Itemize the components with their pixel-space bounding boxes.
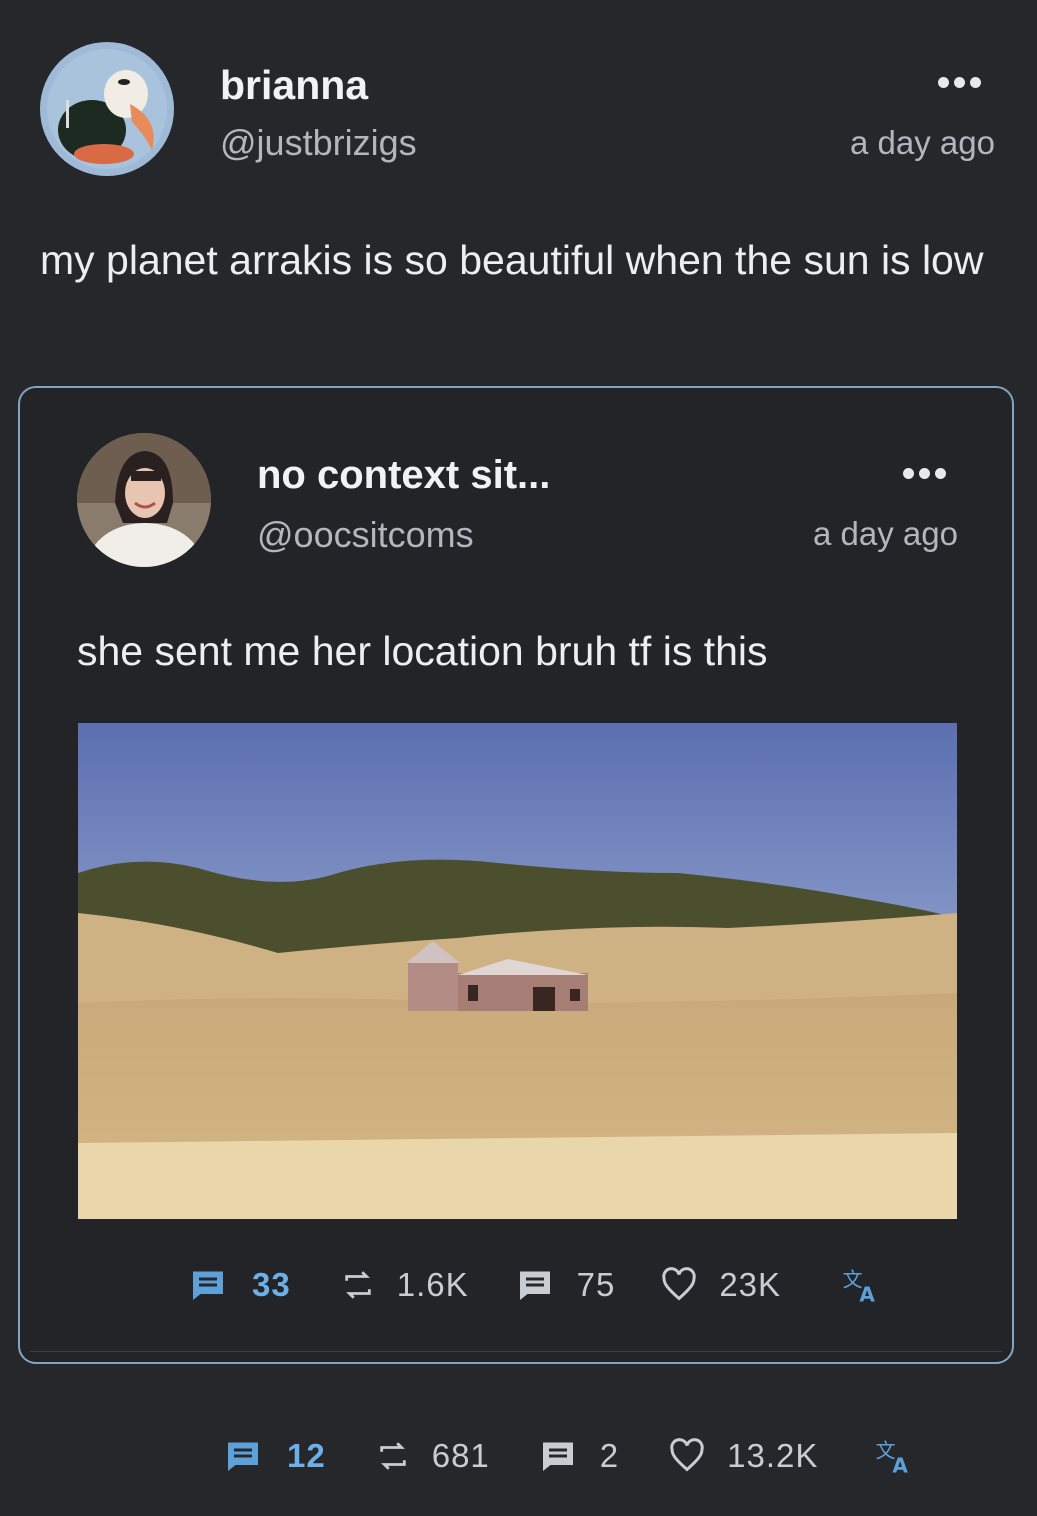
more-options-button[interactable]: [938, 77, 981, 88]
translate-button[interactable]: 文A: [874, 1436, 914, 1476]
desert-house-image[interactable]: [78, 723, 957, 1219]
more-icon-dot: [938, 77, 949, 88]
more-icon-dot: [935, 468, 946, 479]
translate-icon: 文A: [843, 1268, 876, 1305]
person-photo-avatar: [77, 433, 211, 567]
quoted-stats-bar: 33 1.6K 75 23K 文A: [190, 1265, 881, 1305]
quote-icon: [542, 1442, 573, 1471]
author-handle[interactable]: @justbrizigs: [220, 122, 417, 164]
quoted-repost-button[interactable]: 1.6K: [341, 1266, 469, 1304]
more-icon-dot: [903, 468, 914, 479]
translate-icon: 文A: [876, 1439, 910, 1476]
repost-count: 681: [431, 1437, 490, 1474]
quoted-comment-count: 33: [252, 1266, 291, 1303]
author-name[interactable]: brianna: [220, 62, 368, 109]
heart-icon: [662, 1267, 697, 1301]
post-text: my planet arrakis is so beautiful when t…: [40, 237, 984, 283]
repost-icon: [379, 1442, 406, 1470]
quoted-comment-button[interactable]: 33: [190, 1266, 291, 1304]
more-icon-dot: [970, 77, 981, 88]
svg-text:A: A: [893, 1454, 910, 1476]
like-button[interactable]: 13.2K: [669, 1437, 818, 1475]
quote-icon: [519, 1271, 550, 1300]
repost-button[interactable]: 681: [376, 1437, 490, 1475]
comment-button[interactable]: 12: [225, 1437, 326, 1475]
quoted-author-handle[interactable]: @oocsitcoms: [257, 514, 474, 556]
quoted-quote-count: 75: [576, 1266, 616, 1303]
quoted-more-options-button[interactable]: [903, 468, 946, 479]
quoted-author-avatar[interactable]: [77, 433, 211, 567]
quoted-like-count: 23K: [719, 1266, 782, 1303]
quoted-translate-button[interactable]: 文A: [841, 1265, 881, 1305]
desert-landscape-photo: [78, 723, 957, 1219]
post-stats-bar: 12 681 2 13.2K 文A: [225, 1436, 914, 1476]
post-timestamp: a day ago: [850, 124, 995, 161]
divider: [30, 1351, 1002, 1352]
repost-icon: [344, 1271, 371, 1299]
heart-icon: [670, 1438, 704, 1472]
quote-button[interactable]: 2: [540, 1437, 619, 1475]
comment-icon: [228, 1442, 258, 1471]
quote-count: 2: [599, 1437, 620, 1474]
quoted-repost-count: 1.6K: [396, 1266, 469, 1303]
like-count: 13.2K: [727, 1437, 819, 1474]
comment-count: 12: [287, 1437, 326, 1474]
cartoon-vulture-avatar: [40, 42, 174, 176]
quoted-post-text: she sent me her location bruh tf is this: [77, 628, 768, 674]
author-avatar[interactable]: [40, 42, 174, 176]
more-icon-dot: [954, 77, 965, 88]
quoted-timestamp: a day ago: [813, 515, 958, 552]
svg-text:A: A: [859, 1283, 876, 1305]
quoted-quote-button[interactable]: 75: [517, 1266, 616, 1304]
comment-icon: [193, 1271, 223, 1300]
quoted-author-name[interactable]: no context sit...: [257, 453, 550, 498]
quoted-like-button[interactable]: 23K: [661, 1266, 781, 1304]
more-icon-dot: [919, 468, 930, 479]
